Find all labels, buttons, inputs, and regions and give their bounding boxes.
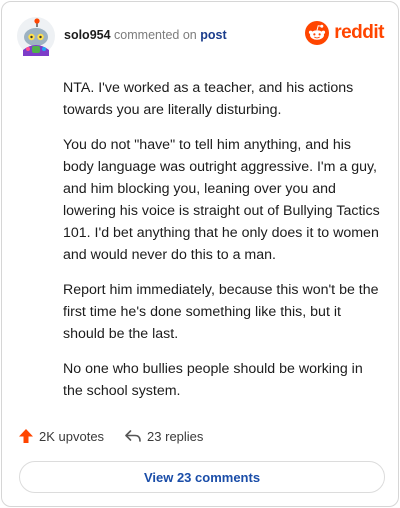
- reddit-logo: reddit: [305, 21, 384, 45]
- comment-paragraph: No one who bullies people should be work…: [63, 361, 363, 399]
- comment-body: NTA. I've worked as a teacher, and his a…: [63, 77, 383, 415]
- view-comments-button[interactable]: View 23 comments: [19, 461, 385, 493]
- upvote-button[interactable]: 2K upvotes: [18, 428, 104, 444]
- comment-header: solo954 commented on post: [64, 28, 227, 42]
- comment-paragraph: NTA. I've worked as a teacher, and his a…: [63, 80, 354, 118]
- user-avatar[interactable]: [16, 16, 56, 56]
- comment-card: solo954 commented on post reddit NTA. I'…: [1, 1, 399, 507]
- reply-arrow-icon: [125, 430, 141, 442]
- upvote-arrow-icon: [19, 429, 33, 443]
- username-link[interactable]: solo954: [64, 28, 111, 42]
- snoo-avatar-icon: [17, 17, 55, 56]
- post-link[interactable]: post: [200, 28, 226, 42]
- replies-button[interactable]: 23 replies: [124, 429, 203, 444]
- reddit-alien-icon: [305, 21, 330, 45]
- reddit-wordmark: reddit: [334, 22, 384, 43]
- upvote-count: 2K upvotes: [39, 428, 105, 444]
- comment-paragraph: Report him immediately, because this won…: [63, 282, 379, 342]
- reply-count: 23 replies: [147, 428, 204, 444]
- comment-action-text: commented on: [114, 28, 197, 42]
- comment-paragraph: You do not "have" to tell him anything, …: [63, 137, 380, 263]
- comment-stats: 2K upvotes 23 replies: [18, 428, 203, 444]
